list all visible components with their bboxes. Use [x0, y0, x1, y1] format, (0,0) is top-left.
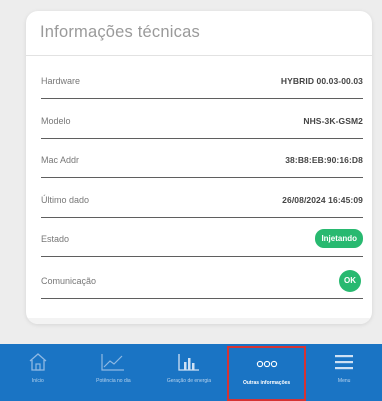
row-label: Hardware: [41, 75, 81, 86]
info-row-estado: Estado Injetando: [41, 221, 363, 257]
title-divider: [26, 55, 372, 56]
card-bottom-area: [26, 318, 372, 324]
status-badge-ok: OK: [339, 269, 361, 292]
row-label: Estado: [41, 233, 70, 244]
info-row-comunicacao: Comunicação OK: [41, 263, 363, 299]
row-label: Último dado: [41, 194, 90, 205]
technical-info-card: Informações técnicas Hardware HYBRID 00.…: [26, 11, 372, 324]
nav-label: Menu: [337, 378, 351, 384]
nav-item-menu[interactable]: Menu: [306, 344, 382, 401]
status-badge-injetando: Injetando: [315, 229, 363, 248]
row-value: 26/08/2024 16:45:09: [282, 194, 363, 205]
line-chart-icon: [100, 351, 126, 373]
row-value: HYBRID 00.03-00.03: [280, 75, 363, 86]
row-value: 38:B8:EB:90:16:D8: [285, 154, 363, 165]
nav-item-potencia-no-dia[interactable]: Potência no dia: [76, 344, 152, 401]
info-row-modelo: Modelo NHS-3K-GSM2: [41, 103, 363, 139]
hamburger-icon: [331, 351, 357, 373]
row-label: Comunicação: [41, 275, 97, 286]
nav-label: Potência no dia: [96, 378, 131, 384]
more-dots-icon: [254, 353, 280, 375]
info-row-ultimo-dado: Último dado 26/08/2024 16:45:09: [41, 182, 363, 218]
nav-item-geracao-de-energia[interactable]: Geração de energia: [151, 344, 227, 401]
bar-chart-icon: [176, 351, 202, 373]
nav-label: Início: [31, 378, 44, 384]
row-label: Mac Addr: [41, 154, 80, 165]
info-row-hardware: Hardware HYBRID 00.03-00.03: [41, 63, 363, 99]
nav-item-outras-informacoes[interactable]: Outras informações: [226, 346, 307, 401]
row-value: NHS-3K-GSM2: [303, 115, 363, 126]
nav-label: Outras informações: [242, 380, 291, 386]
info-row-mac-addr: Mac Addr 38:B8:EB:90:16:D8: [41, 142, 363, 178]
nav-label: Geração de energia: [166, 378, 212, 384]
home-icon: [25, 351, 51, 373]
card-title: Informações técnicas: [40, 23, 200, 41]
bottom-nav-bar: Início Potência no dia Geração de energi…: [0, 344, 382, 401]
nav-item-inicio[interactable]: Início: [0, 344, 76, 401]
row-label: Modelo: [41, 115, 71, 126]
